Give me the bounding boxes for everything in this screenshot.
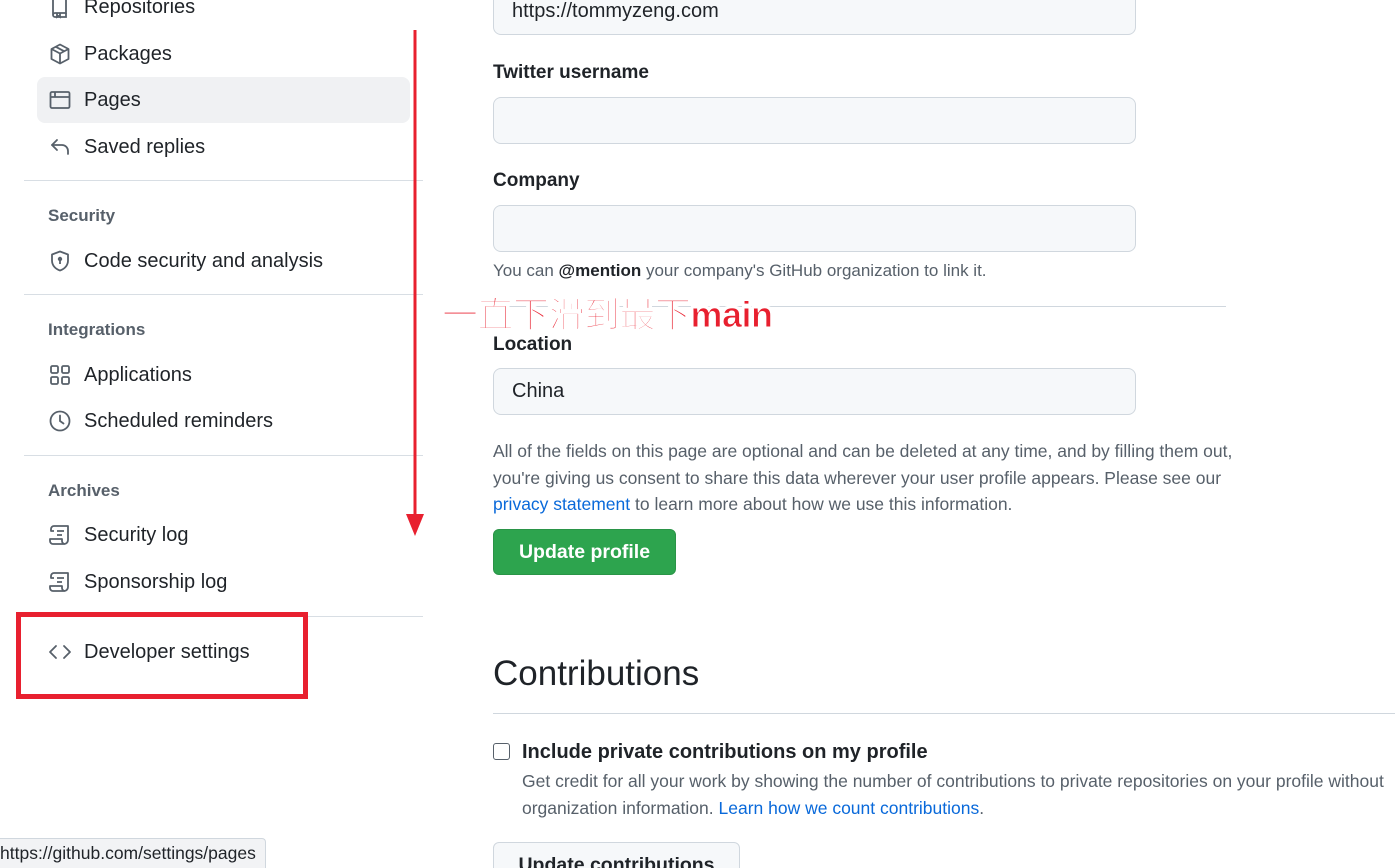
company-note: You can @mention your company's GitHub o… [493,261,987,281]
developer-settings-highlight-box [16,612,308,699]
url-field[interactable] [493,0,1136,35]
private-contributions-desc-line1: Get credit for all your work by showing … [522,771,1384,791]
count-contributions-link[interactable]: Learn how we count contributions [719,798,980,818]
section-heading-integrations: Integrations [48,320,146,339]
sidebar-item-scheduled-reminders[interactable]: Scheduled reminders [37,398,410,444]
twitter-username-label: Twitter username [493,62,649,83]
reply-icon [48,135,72,159]
sidebar-item-label: Repositories [84,0,196,18]
sidebar-item-label: Scheduled reminders [84,409,273,432]
browser-icon [48,88,72,112]
sidebar-item-label: Sponsorship log [84,570,228,593]
sidebar-item-label: Pages [84,88,141,111]
private-contributions-desc-line2: organization information. Learn how we c… [522,795,1395,822]
package-icon [48,42,72,66]
scroll-down-arrow-icon [406,30,424,536]
private-contributions-description: Get credit for all your work by showing … [522,768,1395,821]
sidebar-item-pages[interactable]: Pages [37,77,410,123]
sidebar-item-saved-replies[interactable]: Saved replies [37,124,410,170]
sidebar-item-code-security[interactable]: Code security and analysis [37,238,410,284]
shield-icon [48,249,72,273]
contributions-heading: Contributions [493,654,700,693]
twitter-username-field[interactable] [493,97,1136,144]
repo-icon [48,0,72,19]
contributions-divider [493,713,1395,714]
privacy-info-part2: to learn more about how we use this info… [630,494,1013,514]
sidebar-item-label: Packages [84,42,172,65]
update-profile-button[interactable]: Update profile [493,529,676,575]
sidebar-item-label: Saved replies [84,135,206,158]
sidebar-item-packages[interactable]: Packages [37,31,410,77]
clock-icon [48,409,72,433]
section-heading-security: Security [48,206,116,225]
private-contributions-checkbox[interactable] [493,743,510,760]
desc-line2-suffix: . [979,797,985,818]
company-field[interactable] [493,205,1136,252]
annotation-text: 一直下滑到最下main [442,294,774,336]
apps-grid-icon [48,363,72,387]
sidebar-divider [24,455,423,456]
section-heading-archives: Archives [48,481,120,500]
sidebar-item-label: Security log [84,523,189,546]
company-note-suffix: your company's GitHub organization to li… [641,261,987,280]
status-bar-url: https://github.com/settings/pages [0,838,266,868]
log-icon [48,570,72,594]
privacy-info-part1: All of the fields on this page are optio… [493,441,1233,488]
sidebar-divider [24,180,423,181]
privacy-info-text: All of the fields on this page are optio… [493,438,1233,518]
sidebar-item-applications[interactable]: Applications [37,352,410,398]
company-note-prefix: You can [493,261,559,280]
sidebar-item-repositories[interactable]: Repositories [37,0,410,30]
settings-page: Repositories Packages Pages Saved replie… [0,0,1395,868]
settings-sidebar: Repositories Packages Pages Saved replie… [0,0,430,868]
update-contributions-button[interactable]: Update contributions [493,842,740,868]
sidebar-item-security-log[interactable]: Security log [37,512,410,558]
privacy-statement-link[interactable]: privacy statement [493,494,630,514]
sidebar-item-label: Applications [84,363,192,386]
company-label: Company [493,170,580,191]
company-note-mention: @mention [558,261,642,280]
sidebar-item-sponsorship-log[interactable]: Sponsorship log [37,559,410,605]
private-contributions-label[interactable]: Include private contributions on my prof… [522,741,928,764]
log-icon [48,523,72,547]
sidebar-divider [24,294,423,295]
sidebar-item-label: Code security and analysis [84,249,324,272]
location-field[interactable] [493,368,1136,415]
desc-line2-prefix: organization information. [522,797,719,818]
